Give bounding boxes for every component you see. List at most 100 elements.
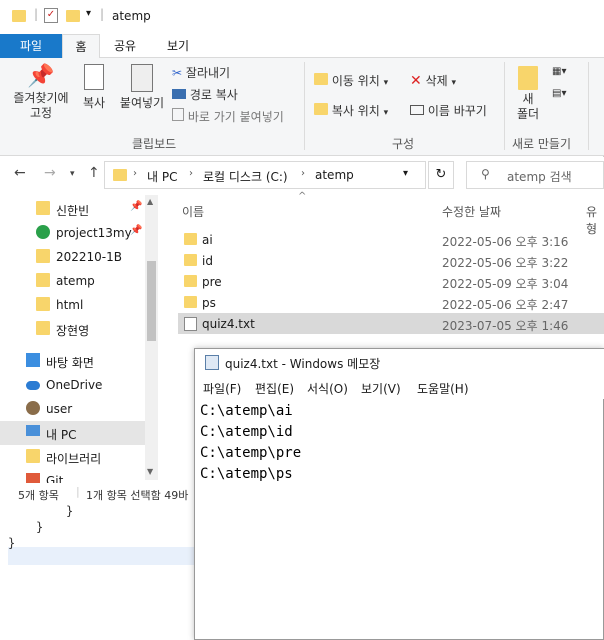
forward-arrow-icon[interactable]: → xyxy=(44,165,56,181)
tab-home[interactable]: 홈 xyxy=(62,34,100,58)
folder-icon xyxy=(184,275,197,287)
title-bar: | ✓ ▾ | atemp xyxy=(0,0,604,34)
breadcrumb-pc[interactable]: 내 PC xyxy=(147,168,177,185)
breadcrumb-folder[interactable]: atemp xyxy=(315,168,354,182)
text-line: C:\atemp\pre xyxy=(200,445,302,461)
new-item-button[interactable]: ▦▾ xyxy=(552,66,566,77)
rename-icon xyxy=(410,105,424,115)
folder-icon xyxy=(36,321,50,335)
file-name: ps xyxy=(202,296,216,310)
copy-icon xyxy=(84,64,104,90)
group-label-organize: 구성 xyxy=(392,137,415,151)
menu-edit[interactable]: 편집(E) xyxy=(255,380,294,397)
new-folder-button[interactable]: 새 폴더 xyxy=(512,66,544,122)
scroll-up-icon[interactable]: ▲ xyxy=(147,197,153,206)
folder-icon xyxy=(184,254,197,266)
divider: | xyxy=(76,485,80,498)
copy-to-button[interactable]: 복사 위치 ▾ xyxy=(314,102,388,119)
address-field[interactable]: › 내 PC › 로컬 디스크 (C:) › atemp ▾ xyxy=(104,161,426,189)
ribbon: 📌 즐겨찾기에 고정 복사 붙여넣기 ✂ 잘라내기 경로 복사 바로 가기 붙여… xyxy=(0,58,604,156)
sidebar-item[interactable]: 신한빈 📌 xyxy=(0,197,145,221)
sidebar-item[interactable]: 202210-1B xyxy=(0,245,145,269)
computer-icon xyxy=(26,425,40,436)
tab-view[interactable]: 보기 xyxy=(156,34,200,58)
scroll-thumb[interactable] xyxy=(147,261,156,341)
sidebar-item[interactable]: atemp xyxy=(0,269,145,293)
pin-icon: 📌 xyxy=(130,225,143,236)
rename-button[interactable]: 이름 바꾸기 xyxy=(410,102,487,119)
tab-file[interactable]: 파일 xyxy=(0,34,62,58)
sidebar-item-label: html xyxy=(56,298,84,312)
paste-button[interactable]: 붙여넣기 xyxy=(116,64,168,111)
window-title: atemp xyxy=(112,9,151,23)
column-header-date[interactable]: 수정한 날짜 xyxy=(442,203,501,220)
sidebar-item-label: 내 PC xyxy=(46,428,77,442)
menu-view[interactable]: 보기(V) xyxy=(361,380,401,397)
ribbon-separator xyxy=(504,62,505,150)
back-arrow-icon[interactable]: ← xyxy=(14,165,26,181)
folder-icon xyxy=(36,201,50,215)
folder-icon xyxy=(184,233,197,245)
folder-icon xyxy=(36,249,50,263)
tab-share[interactable]: 공유 xyxy=(104,34,146,58)
column-header-name[interactable]: 이름 xyxy=(182,203,204,220)
sidebar-item-label: OneDrive xyxy=(46,378,103,392)
search-input[interactable]: ⚲ atemp 검색 xyxy=(466,161,604,189)
move-to-button[interactable]: 이동 위치 ▾ xyxy=(314,72,388,89)
sidebar-item[interactable]: 라이브러리 xyxy=(0,445,145,469)
sidebar-item[interactable]: 장현영 xyxy=(0,317,145,341)
sync-check-icon xyxy=(36,225,50,239)
file-row[interactable]: ai2022-05-06 오후 3:16파일 xyxy=(178,229,604,250)
cut-button[interactable]: ✂ 잘라내기 xyxy=(172,64,230,81)
sidebar-item-label: 신한빈 xyxy=(56,204,90,218)
text-line: C:\atemp\id xyxy=(200,424,293,440)
chevron-down-icon: ▾ xyxy=(383,78,389,88)
sidebar-item[interactable]: user xyxy=(0,397,145,421)
easy-access-button[interactable]: ▤▾ xyxy=(552,88,566,99)
ribbon-separator xyxy=(588,62,589,150)
pin-icon: 📌 xyxy=(130,201,143,212)
menu-file[interactable]: 파일(F) xyxy=(203,380,241,397)
scroll-down-icon[interactable]: ▼ xyxy=(147,467,153,476)
breadcrumb-drive[interactable]: 로컬 디스크 (C:) xyxy=(203,168,288,185)
notepad-icon xyxy=(205,355,219,370)
text-line: C:\atemp\ai xyxy=(200,403,293,419)
shortcut-icon xyxy=(172,108,184,121)
notepad-text-area[interactable]: C:\atemp\ai C:\atemp\id C:\atemp\pre C:\… xyxy=(200,401,301,485)
sidebar-item[interactable]: 바탕 화면 xyxy=(0,349,145,373)
sidebar-item-label: atemp xyxy=(56,274,95,288)
code-line: } xyxy=(66,504,74,518)
file-row[interactable]: ps2022-05-06 오후 2:47파일 xyxy=(178,292,604,313)
file-row[interactable]: id2022-05-06 오후 3:22파일 xyxy=(178,250,604,271)
properties-icon[interactable]: ✓ xyxy=(44,8,58,23)
copy-button[interactable]: 복사 xyxy=(76,64,112,111)
nav-scrollbar[interactable]: ▲ ▼ xyxy=(145,195,158,480)
folder-icon xyxy=(314,73,328,85)
recent-locations-icon[interactable]: ▾ xyxy=(70,169,75,179)
menu-format[interactable]: 서식(O) xyxy=(307,380,348,397)
sidebar-item[interactable]: html xyxy=(0,293,145,317)
refresh-icon[interactable]: ↻ xyxy=(428,161,454,189)
delete-button[interactable]: ✕ 삭제 ▾ xyxy=(410,72,456,89)
file-row[interactable]: pre2022-05-09 오후 3:04파일 xyxy=(178,271,604,292)
copy-path-button[interactable]: 경로 복사 xyxy=(172,86,238,103)
pin-to-quick-access-button[interactable]: 📌 즐겨찾기에 고정 xyxy=(8,64,74,121)
folder-icon xyxy=(314,103,328,115)
up-arrow-icon[interactable]: ↑ xyxy=(88,165,100,181)
paste-shortcut-label: 바로 가기 붙여넣기 xyxy=(187,110,284,124)
menu-help[interactable]: 도움말(H) xyxy=(417,380,469,397)
sidebar-item[interactable]: project13my 📌 xyxy=(0,221,145,245)
file-name: pre xyxy=(202,275,222,289)
code-line: } xyxy=(36,520,44,534)
ribbon-separator xyxy=(304,62,305,150)
paste-shortcut-button[interactable]: 바로 가기 붙여넣기 xyxy=(172,108,284,125)
sidebar-item[interactable]: 내 PC xyxy=(0,421,145,445)
group-label-clipboard: 클립보드 xyxy=(132,137,177,151)
breadcrumb-separator: › xyxy=(301,168,305,179)
quick-access-dropdown-icon[interactable]: ▾ xyxy=(86,8,91,19)
selection-info: 1개 항목 선택함 49바 xyxy=(86,489,189,502)
address-dropdown-icon[interactable]: ▾ xyxy=(403,168,408,179)
new-folder-icon[interactable] xyxy=(66,10,80,22)
file-row[interactable]: quiz4.txt2023-07-05 오후 1:46텍스 xyxy=(178,313,604,334)
sidebar-item[interactable]: OneDrive xyxy=(0,373,145,397)
